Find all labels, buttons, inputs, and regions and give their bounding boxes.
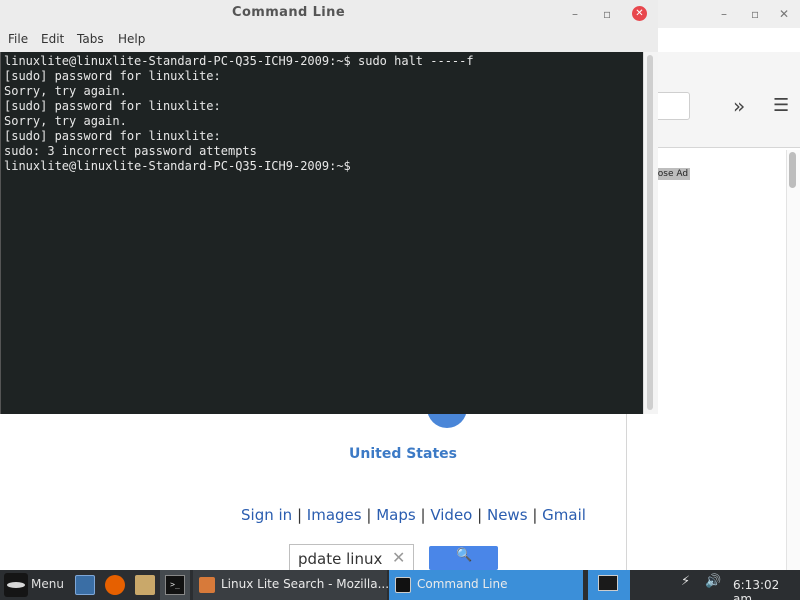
country-label: United States xyxy=(349,446,457,462)
browser-scrollbar[interactable] xyxy=(786,150,800,570)
firefox-icon[interactable] xyxy=(105,575,125,595)
news-link[interactable]: News xyxy=(487,506,528,524)
terminal-icon: >_ xyxy=(165,575,185,595)
images-link[interactable]: Images xyxy=(307,506,362,524)
firefox-task-icon xyxy=(199,577,215,593)
terminal-launcher-button[interactable]: >_ xyxy=(160,570,190,600)
workspace-terminal-icon xyxy=(598,575,618,591)
task-command-line[interactable]: Command Line xyxy=(389,570,583,600)
terminal-output[interactable]: linuxlite@linuxlite-Standard-PC-Q35-ICH9… xyxy=(0,52,643,414)
file-manager-icon[interactable] xyxy=(135,575,155,595)
volume-icon[interactable]: 🔊 xyxy=(705,574,721,589)
video-link[interactable]: Video xyxy=(430,506,472,524)
linux-lite-logo-icon[interactable] xyxy=(4,573,28,597)
link-separator: | xyxy=(532,506,538,524)
search-icon: 🔍 xyxy=(456,548,473,563)
workspace-switcher[interactable] xyxy=(588,570,630,600)
terminal-line: sudo: 3 incorrect password attempts xyxy=(4,144,257,158)
browser-minimize-icon[interactable]: – xyxy=(721,6,727,22)
terminal-menubar: File Edit Tabs Help xyxy=(0,28,658,52)
terminal-line: Sorry, try again. xyxy=(4,84,127,98)
menu-help[interactable]: Help xyxy=(118,32,145,46)
browser-maximize-icon[interactable]: ▫ xyxy=(751,6,759,22)
hamburger-menu-icon[interactable]: ☰ xyxy=(773,95,789,117)
clock[interactable]: 6:13:02 am xyxy=(733,578,800,600)
task-firefox-label: Linux Lite Search - Mozilla... xyxy=(221,577,390,591)
terminal-line: [sudo] password for linuxlite: xyxy=(4,129,221,143)
terminal-task-icon xyxy=(395,577,411,593)
terminal-close-icon[interactable]: ✕ xyxy=(632,6,647,21)
maps-link[interactable]: Maps xyxy=(376,506,415,524)
network-icon[interactable]: ⚡ xyxy=(681,574,690,589)
start-menu-button[interactable]: Menu xyxy=(31,577,64,591)
task-firefox[interactable]: Linux Lite Search - Mozilla... xyxy=(193,570,390,600)
terminal-line: [sudo] password for linuxlite: xyxy=(4,99,221,113)
search-input-value: pdate linux xyxy=(298,550,383,568)
terminal-line: linuxlite@linuxlite-Standard-PC-Q35-ICH9… xyxy=(4,54,474,68)
browser-scrollbar-thumb[interactable] xyxy=(789,152,796,188)
link-separator: | xyxy=(296,506,303,524)
clear-icon[interactable]: ✕ xyxy=(392,548,405,567)
terminal-line: Sorry, try again. xyxy=(4,114,127,128)
browser-close-icon[interactable]: ✕ xyxy=(779,6,789,22)
terminal-prompt: linuxlite@linuxlite-Standard-PC-Q35-ICH9… xyxy=(4,159,351,173)
task-command-line-label: Command Line xyxy=(417,577,508,591)
menu-tabs[interactable]: Tabs xyxy=(77,32,104,46)
sign-in-link[interactable]: Sign in xyxy=(241,506,292,524)
terminal-line: [sudo] password for linuxlite: xyxy=(4,69,221,83)
link-separator: | xyxy=(420,506,426,524)
gmail-link[interactable]: Gmail xyxy=(542,506,586,524)
link-separator: | xyxy=(366,506,372,524)
terminal-minimize-icon[interactable]: – xyxy=(572,6,578,22)
show-desktop-icon[interactable] xyxy=(75,575,95,595)
terminal-scrollbar-thumb[interactable] xyxy=(647,55,653,410)
link-separator: | xyxy=(477,506,483,524)
menu-edit[interactable]: Edit xyxy=(41,32,64,46)
terminal-titlebar[interactable]: Command Line – ▫ ✕ xyxy=(0,0,658,28)
overflow-chevrons-icon[interactable]: » xyxy=(733,94,745,118)
google-search-button[interactable]: 🔍 xyxy=(429,546,498,570)
terminal-maximize-icon[interactable]: ▫ xyxy=(603,6,611,22)
terminal-window-title: Command Line xyxy=(232,5,346,20)
google-links-bar: Sign in | Images | Maps | Video | News |… xyxy=(241,506,586,524)
menu-file[interactable]: File xyxy=(8,32,28,46)
